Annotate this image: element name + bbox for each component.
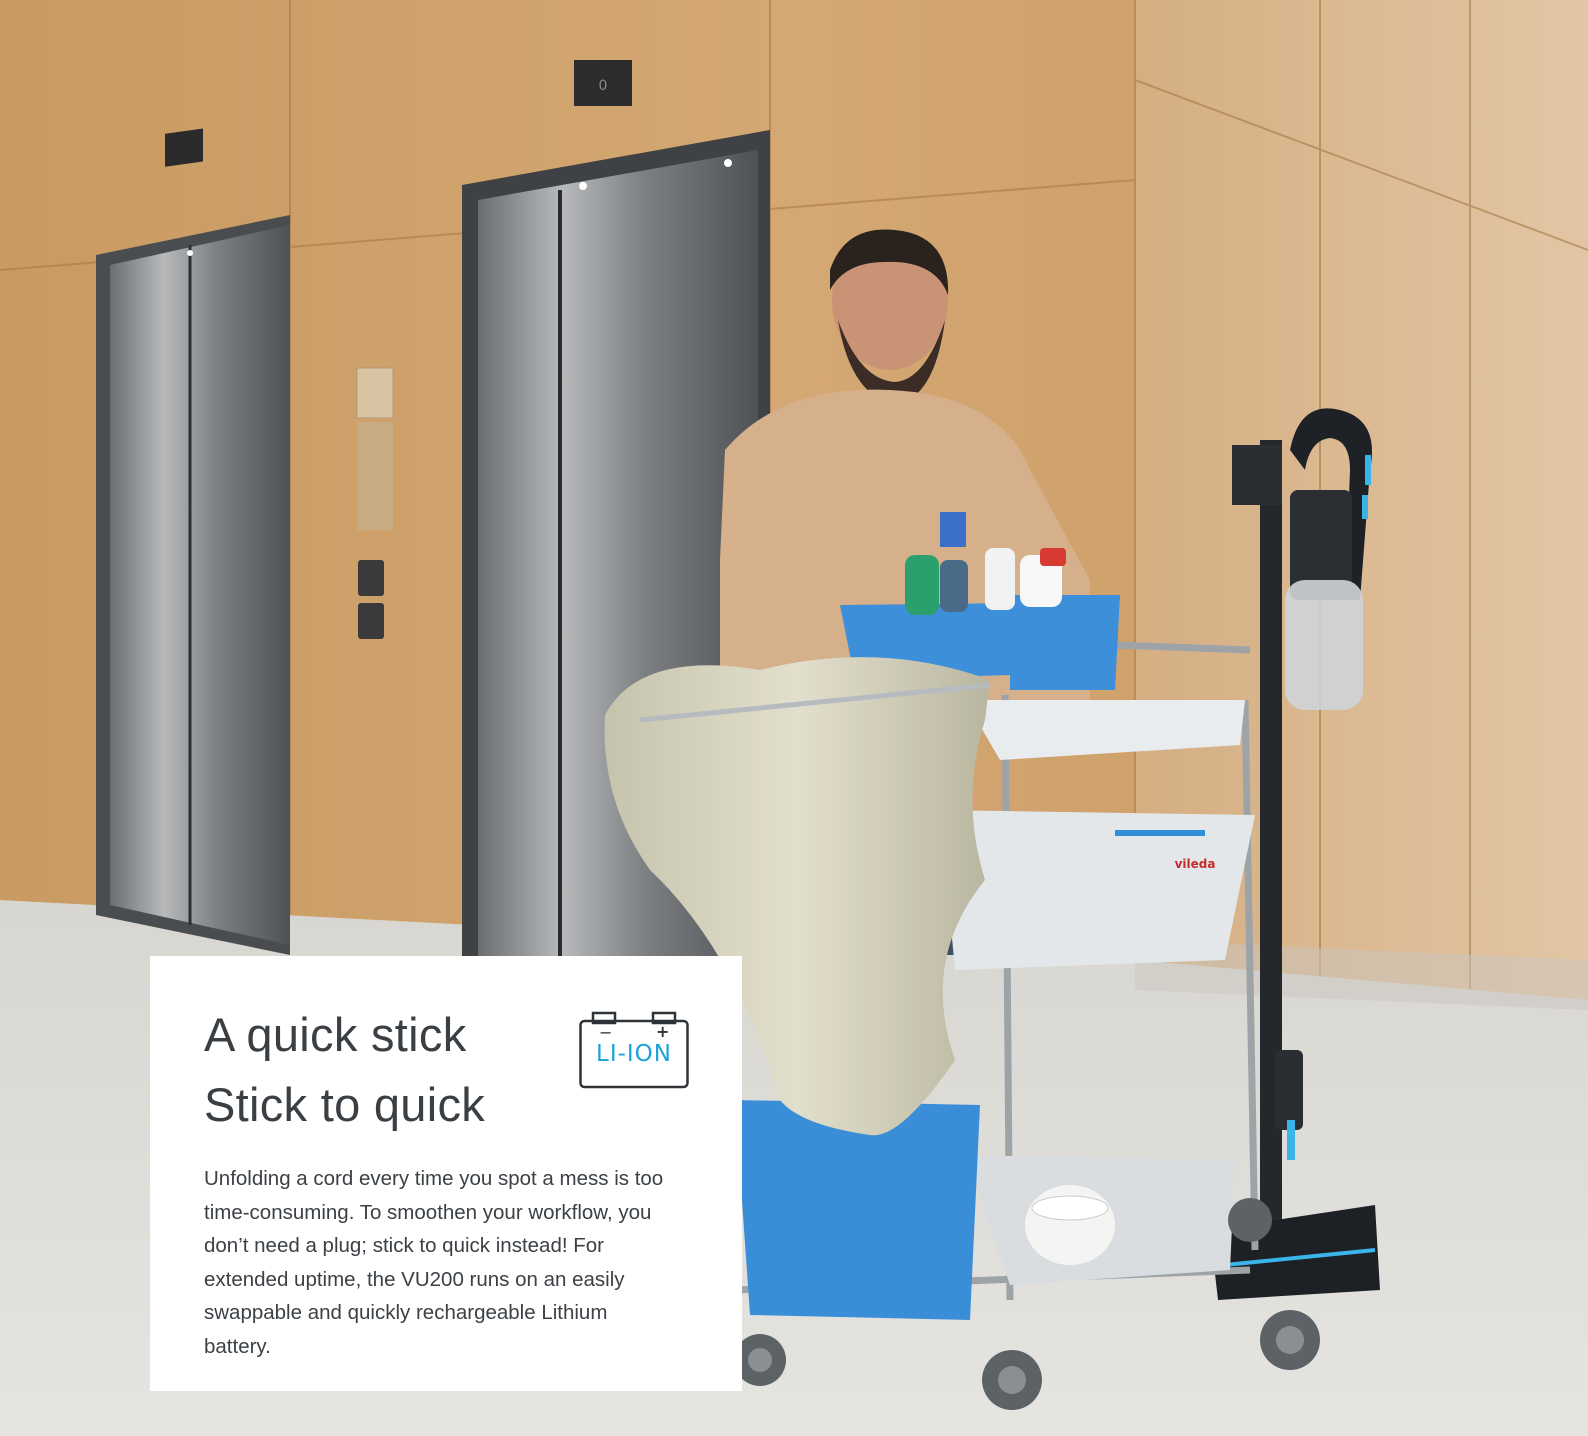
- battery-minus-sign: −: [599, 1023, 613, 1042]
- battery-icon: − + LI-ION: [579, 1011, 689, 1089]
- svg-text:vileda: vileda: [1175, 857, 1216, 871]
- svg-text:0: 0: [599, 78, 608, 94]
- feature-description: Unfolding a cord every time you spot a m…: [204, 1167, 664, 1358]
- feature-card: A quick stick Stick to quick Unfolding a…: [150, 956, 742, 1391]
- battery-type-label: LI-ION: [596, 1041, 672, 1067]
- battery-plus-sign: +: [656, 1022, 670, 1041]
